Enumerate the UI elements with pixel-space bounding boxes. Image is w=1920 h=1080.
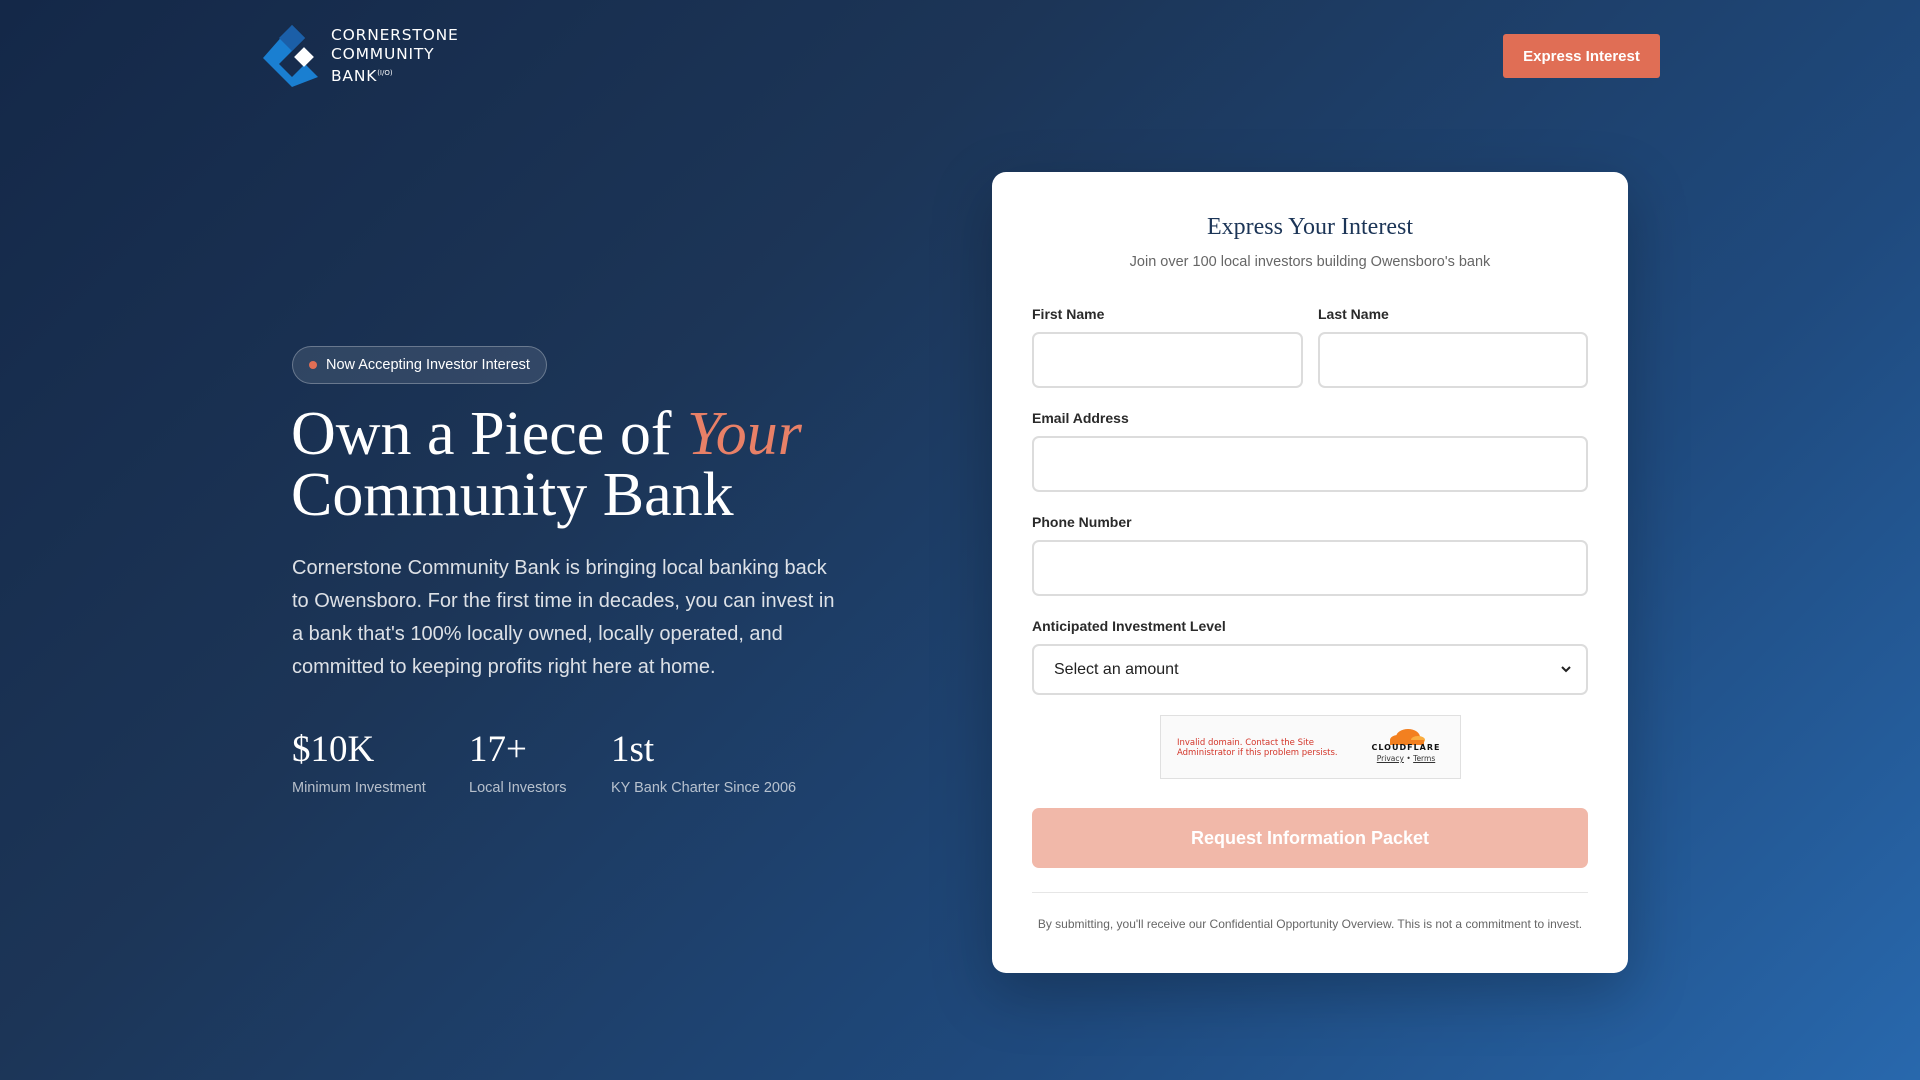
bank-logo[interactable]: CORNERSTONE COMMUNITY BANK(I/O) <box>259 23 459 89</box>
hero-description: Cornerstone Community Bank is bringing l… <box>292 557 835 678</box>
stat-value: 17+ <box>469 729 527 770</box>
status-dot-icon <box>309 361 317 369</box>
stat-value: $10K <box>292 729 375 770</box>
first-name-input[interactable] <box>1032 332 1303 388</box>
cloudflare-brand: CLOUDFLARE Privacy • Terms <box>1361 727 1451 763</box>
investment-level-label: Anticipated Investment Level <box>1032 618 1226 634</box>
investment-level-value: Select an amount <box>1054 660 1179 678</box>
logo-mark-icon <box>263 25 318 87</box>
stat-local-investors: 17+ Local Investors <box>469 728 567 796</box>
phone-input[interactable] <box>1032 540 1588 596</box>
headline-part2: Community Bank <box>291 461 734 529</box>
captcha-terms-link[interactable]: Terms <box>1413 754 1435 763</box>
status-badge: Now Accepting Investor Interest <box>292 346 547 384</box>
headline-part1: Own a Piece of <box>291 400 687 468</box>
logo-line2: COMMUNITY <box>331 44 435 63</box>
phone-label: Phone Number <box>1032 514 1132 530</box>
logo-wordmark: CORNERSTONE COMMUNITY BANK(I/O) <box>331 26 459 86</box>
form-divider <box>1032 892 1588 893</box>
stat-bank-charter: 1st KY Bank Charter Since 2006 <box>611 728 796 796</box>
logo-line3-sup: (I/O) <box>377 68 393 77</box>
express-interest-button[interactable]: Express Interest <box>1503 34 1660 78</box>
logo-line3: BANK(I/O) <box>331 64 459 86</box>
captcha-privacy-link[interactable]: Privacy <box>1377 754 1404 763</box>
headline-emphasis: Your <box>686 400 802 468</box>
last-name-label: Last Name <box>1318 306 1389 322</box>
form-subtitle: Join over 100 local investors building O… <box>1129 254 1491 270</box>
hero-headline: Own a Piece of Your Community Bank <box>291 403 851 529</box>
stat-label: Local Investors <box>469 780 567 796</box>
chevron-down-icon <box>1561 666 1571 673</box>
interest-form-card: Express Your Interest Join over 100 loca… <box>992 172 1628 973</box>
form-disclaimer: By submitting, you'll receive our Confid… <box>1037 917 1583 931</box>
first-name-label: First Name <box>1032 306 1105 322</box>
logo-line3-text: BANK <box>331 67 378 86</box>
captcha-links: Privacy • Terms <box>1361 754 1451 763</box>
logo-line1: CORNERSTONE <box>331 25 459 44</box>
stat-label: KY Bank Charter Since 2006 <box>611 780 797 796</box>
captcha-link-separator: • <box>1406 754 1411 763</box>
cloudflare-captcha-widget: Invalid domain. Contact the Site Adminis… <box>1160 715 1461 779</box>
status-badge-text: Now Accepting Investor Interest <box>326 357 530 373</box>
form-title: Express Your Interest <box>1207 214 1413 240</box>
email-label: Email Address <box>1032 410 1129 426</box>
stat-minimum-investment: $10K Minimum Investment <box>292 728 426 796</box>
request-information-button[interactable]: Request Information Packet <box>1032 808 1588 868</box>
stat-value: 1st <box>611 729 655 770</box>
email-input[interactable] <box>1032 436 1588 492</box>
cloudflare-wordmark: CLOUDFLARE <box>1371 743 1441 752</box>
stat-label: Minimum Investment <box>292 780 426 796</box>
investment-level-select[interactable]: Select an amount <box>1032 644 1588 695</box>
captcha-error-text: Invalid domain. Contact the Site Adminis… <box>1177 738 1338 758</box>
last-name-input[interactable] <box>1318 332 1588 388</box>
